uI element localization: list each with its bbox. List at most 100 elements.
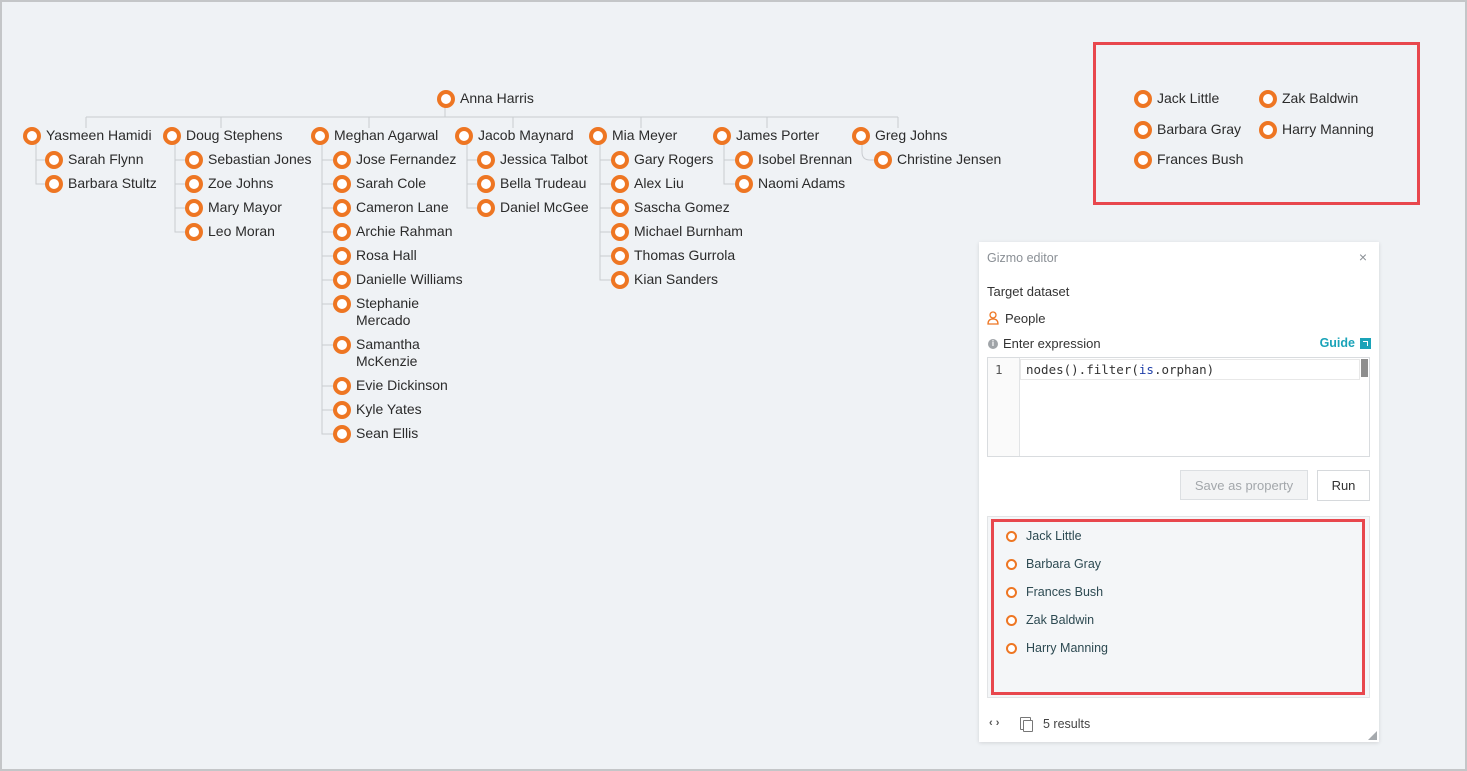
- report-node[interactable]: Thomas Gurrola: [611, 247, 735, 264]
- report-node[interactable]: Naomi Adams: [735, 175, 845, 192]
- report-node[interactable]: Zoe Johns: [185, 175, 273, 192]
- target-dataset-label: Target dataset: [987, 284, 1070, 299]
- manager-node[interactable]: Yasmeen Hamidi: [23, 127, 152, 144]
- node-dot-icon: [312, 128, 328, 144]
- node-dot-icon: [1006, 642, 1017, 654]
- report-node[interactable]: Kyle Yates: [333, 401, 422, 418]
- result-item[interactable]: Barbara Gray: [1006, 557, 1101, 571]
- report-node[interactable]: Gary Rogers: [611, 151, 713, 168]
- report-node[interactable]: Daniel McGee: [477, 199, 589, 216]
- report-node[interactable]: Evie Dickinson: [333, 377, 448, 394]
- report-node[interactable]: Michael Burnham: [611, 223, 743, 240]
- node-label: Barbara Gray: [1157, 121, 1242, 137]
- editor-scrollbar[interactable]: [1361, 359, 1368, 377]
- node-dot-icon: [853, 128, 869, 144]
- report-node[interactable]: Alex Liu: [611, 175, 684, 192]
- report-node[interactable]: Sascha Gomez: [611, 199, 730, 216]
- root-node[interactable]: Anna Harris: [437, 90, 534, 107]
- report-node[interactable]: Rosa Hall: [333, 247, 417, 264]
- guide-link-label[interactable]: Guide: [1320, 336, 1355, 350]
- report-node[interactable]: Barbara Stultz: [45, 175, 157, 192]
- node-dot-icon: [24, 128, 40, 144]
- node-label: Doug Stephens: [186, 127, 283, 143]
- node-label: Sarah Flynn: [68, 151, 144, 167]
- node-label: Danielle Williams: [356, 271, 463, 287]
- node-label: Jose Fernandez: [356, 151, 457, 167]
- report-node[interactable]: Bella Trudeau: [477, 175, 586, 192]
- code-braces-icon[interactable]: ‹ ›: [989, 717, 999, 729]
- node-dot-icon: [478, 176, 494, 192]
- manager-node[interactable]: Mia Meyer: [589, 127, 677, 144]
- node-label: Jessica Talbot: [500, 151, 588, 167]
- node-dot-icon: [612, 272, 628, 288]
- manager-node[interactable]: Doug Stephens: [163, 127, 283, 144]
- orphan-node[interactable]: Frances Bush: [1134, 151, 1243, 168]
- node-label: Rosa Hall: [356, 247, 417, 263]
- report-node[interactable]: Christine Jensen: [874, 151, 1001, 168]
- run-button[interactable]: Run: [1317, 470, 1370, 501]
- report-node[interactable]: Samantha McKenzie: [333, 336, 451, 370]
- node-dot-icon: [1260, 91, 1276, 107]
- result-item[interactable]: Harry Manning: [1006, 641, 1108, 655]
- report-node[interactable]: Mary Mayor: [185, 199, 282, 216]
- code-editor[interactable]: 1 nodes().filter(is.orphan): [987, 357, 1370, 457]
- node-label: Jack Little: [1157, 90, 1220, 106]
- node-dot-icon: [164, 128, 180, 144]
- node-dot-icon: [612, 248, 628, 264]
- close-icon[interactable]: ×: [1359, 249, 1367, 265]
- copy-icon[interactable]: [1020, 717, 1033, 732]
- node-label: Stephanie Mercado: [356, 295, 420, 328]
- report-node[interactable]: Jessica Talbot: [477, 151, 588, 168]
- node-dot-icon: [334, 337, 350, 353]
- report-node[interactable]: Sarah Cole: [333, 175, 426, 192]
- node-dot-icon: [590, 128, 606, 144]
- node-label: Mia Meyer: [612, 127, 678, 143]
- result-label: Jack Little: [1026, 529, 1082, 543]
- manager-node[interactable]: Greg Johns: [852, 127, 947, 144]
- report-node[interactable]: Isobel Brennan: [735, 151, 852, 168]
- orphan-node[interactable]: Harry Manning: [1259, 121, 1374, 138]
- node-dot-icon: [714, 128, 730, 144]
- report-node[interactable]: Archie Rahman: [333, 223, 453, 240]
- manager-node[interactable]: Meghan Agarwal: [311, 127, 438, 144]
- node-label: Barbara Stultz: [68, 175, 157, 191]
- node-label: Jacob Maynard: [478, 127, 574, 143]
- report-node[interactable]: Leo Moran: [185, 223, 275, 240]
- node-label: Frances Bush: [1157, 151, 1244, 167]
- result-item[interactable]: Jack Little: [1006, 529, 1082, 543]
- line-number: 1: [995, 362, 1003, 377]
- node-dot-icon: [612, 152, 628, 168]
- node-label: Isobel Brennan: [758, 151, 853, 167]
- node-label: Samantha McKenzie: [356, 336, 420, 369]
- code-text-part: nodes().filter(: [1026, 362, 1139, 377]
- code-line[interactable]: nodes().filter(is.orphan): [1020, 359, 1360, 380]
- dataset-name[interactable]: People: [1005, 311, 1045, 326]
- node-dot-icon: [1006, 586, 1017, 598]
- result-item[interactable]: Zak Baldwin: [1006, 613, 1094, 627]
- orphan-node[interactable]: Jack Little: [1134, 90, 1219, 107]
- resize-handle-icon[interactable]: [1368, 731, 1377, 740]
- node-dot-icon: [478, 200, 494, 216]
- info-icon: i: [988, 339, 998, 349]
- guide-link[interactable]: Guide: [1320, 336, 1371, 350]
- report-node[interactable]: Jose Fernandez: [333, 151, 456, 168]
- report-node[interactable]: Sean Ellis: [333, 425, 418, 442]
- orphan-node[interactable]: Barbara Gray: [1134, 121, 1241, 138]
- manager-node[interactable]: Jacob Maynard: [455, 127, 574, 144]
- node-label: Naomi Adams: [758, 175, 846, 191]
- report-node[interactable]: Danielle Williams: [333, 271, 463, 288]
- node-label: Gary Rogers: [634, 151, 714, 167]
- report-node[interactable]: Kian Sanders: [611, 271, 718, 288]
- node-label: Evie Dickinson: [356, 377, 448, 393]
- node-dot-icon: [46, 152, 62, 168]
- node-label: Zak Baldwin: [1282, 90, 1359, 106]
- result-item[interactable]: Frances Bush: [1006, 585, 1103, 599]
- manager-node[interactable]: James Porter: [713, 127, 819, 144]
- orphan-node[interactable]: Zak Baldwin: [1259, 90, 1358, 107]
- report-node[interactable]: Stephanie Mercado: [333, 295, 451, 329]
- report-node[interactable]: Sebastian Jones: [185, 151, 312, 168]
- report-node[interactable]: Cameron Lane: [333, 199, 449, 216]
- node-dot-icon: [334, 402, 350, 418]
- report-node[interactable]: Sarah Flynn: [45, 151, 143, 168]
- save-as-property-button[interactable]: Save as property: [1180, 470, 1308, 500]
